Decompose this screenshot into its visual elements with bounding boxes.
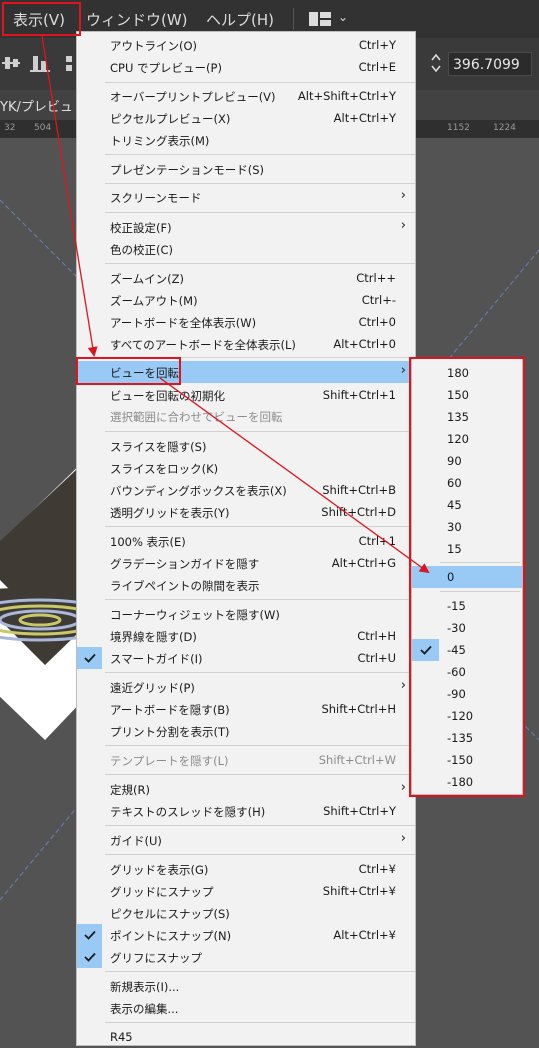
menu-item-cpu-preview[interactable]: CPU でプレビュー(P) Ctrl+E	[77, 56, 415, 78]
menu-item-edit-views[interactable]: 表示の編集...	[77, 997, 415, 1019]
menu-divider	[105, 774, 415, 775]
menu-item-smart-guides[interactable]: スマートガイド(I) Ctrl+U	[77, 647, 415, 669]
menu-divider	[105, 1022, 415, 1023]
ruler-tick: 1152	[447, 123, 470, 133]
menu-divider	[105, 672, 415, 673]
menu-item-fit-all[interactable]: すべてのアートボードを全体表示(L) Alt+Ctrl+0	[77, 333, 415, 355]
menu-item-hide-corner-widget[interactable]: コーナーウィジェットを隠す(W)	[77, 603, 415, 625]
annotation-box-rotate-submenu	[409, 357, 525, 797]
menubar-divider	[293, 8, 294, 30]
value-stepper[interactable]	[426, 52, 446, 76]
document-tab-title: YK/プレビュ	[0, 100, 73, 115]
menu-divider	[105, 971, 415, 972]
menu-item-transparency-grid[interactable]: 透明グリッドを表示(Y) Shift+Ctrl+D	[77, 501, 415, 523]
menu-divider	[105, 599, 415, 600]
rotation-value-field[interactable]: 396.7099	[448, 52, 532, 76]
menu-item-overprint-preview[interactable]: オーバープリントプレビュー(V) Alt+Shift+Ctrl+Y	[77, 85, 415, 107]
annotation-box-view-menu	[2, 2, 81, 36]
checkmark-icon	[77, 647, 102, 669]
checkmark-icon	[77, 924, 102, 946]
chevron-right-icon: ›	[400, 188, 406, 203]
view-menu: アウトライン(O) Ctrl+Y CPU でプレビュー(P) Ctrl+E オーバー…	[76, 31, 416, 1046]
menu-item-new-view[interactable]: 新規表示(I)...	[77, 975, 415, 997]
align-bottom-icon[interactable]	[30, 54, 50, 72]
menu-divider	[105, 82, 415, 83]
menu-divider	[105, 854, 415, 855]
menu-item-screen-mode[interactable]: スクリーンモード ›	[77, 186, 415, 208]
menu-item-proof-colors[interactable]: 色の校正(C)	[77, 238, 415, 260]
menu-item-hide-template: テンプレートを隠す(L) Shift+Ctrl+W	[110, 753, 396, 768]
menu-item-saved-view-r45[interactable]: R45	[77, 1026, 415, 1048]
menu-item-hide-artboards[interactable]: アートボードを隠す(B) Shift+Ctrl+H	[77, 698, 415, 720]
chevron-right-icon: ›	[400, 678, 406, 693]
chevron-right-icon: ›	[400, 780, 406, 795]
menu-item-proof-setup[interactable]: 校正設定(F) ›	[77, 216, 415, 238]
menu-item-actual-size[interactable]: 100% 表示(E) Ctrl+1	[77, 530, 415, 552]
chevron-right-icon: ›	[400, 831, 406, 846]
menu-item-guides[interactable]: ガイド(U) ›	[77, 829, 415, 851]
ruler-tick: 32	[4, 123, 16, 133]
menu-divider	[105, 212, 415, 213]
distribute-icon[interactable]	[66, 54, 76, 72]
menu-item-snap-to-point[interactable]: ポイントにスナップ(N) Alt+Ctrl+¥	[77, 924, 415, 946]
menu-item-fit-artboard[interactable]: アートボードを全体表示(W) Ctrl+0	[77, 311, 415, 333]
chevron-right-icon: ›	[400, 363, 406, 378]
menu-item-hide-edges[interactable]: 境界線を隠す(D) Ctrl+H	[77, 625, 415, 647]
menu-divider	[105, 431, 415, 432]
menu-item-rotate-to-selection: 選択範囲に合わせてビューを回転	[110, 410, 283, 424]
menu-divider	[105, 526, 415, 527]
menu-item-snap-to-glyph[interactable]: グリフにスナップ	[77, 946, 415, 968]
menu-item-hide-text-threads[interactable]: テキストのスレッドを隠す(H) Shift+Ctrl+Y	[77, 800, 415, 822]
menu-item-reset-rotate-view[interactable]: ビューを回転の初期化 Shift+Ctrl+1	[77, 384, 415, 406]
chevron-down-icon[interactable]: ⌄	[338, 10, 348, 24]
menu-item-show-grid[interactable]: グリッドを表示(G) Ctrl+¥	[77, 858, 415, 880]
menu-divider	[105, 825, 415, 826]
workspace-layout-icon[interactable]	[309, 12, 331, 26]
menu-item-rulers[interactable]: 定規(R) ›	[77, 778, 415, 800]
menu-item-hide-gradient-annotator[interactable]: グラデーションガイドを隠す Alt+Ctrl+G	[77, 552, 415, 574]
menu-item-bounding-box[interactable]: バウンディングボックスを表示(X) Shift+Ctrl+B	[77, 479, 415, 501]
menu-item-print-tiling[interactable]: プリント分割を表示(T)	[77, 720, 415, 742]
menu-item-zoom-out[interactable]: ズームアウト(M) Ctrl+-	[77, 289, 415, 311]
menu-divider	[105, 183, 415, 184]
ruler-tick: 504	[34, 123, 52, 133]
chevron-right-icon: ›	[400, 218, 406, 233]
ruler-tick: 1224	[493, 123, 516, 133]
menu-item-trim-view[interactable]: トリミング表示(M)	[77, 129, 415, 151]
menu-item-pixel-preview[interactable]: ピクセルプレビュー(X) Alt+Ctrl+Y	[77, 107, 415, 129]
menu-divider	[105, 745, 415, 746]
menu-item-lock-slices[interactable]: スライスをロック(K)	[77, 457, 415, 479]
annotation-box-rotate-view	[76, 357, 181, 385]
menu-help[interactable]: ヘルプ(H)	[206, 9, 274, 30]
menu-item-presentation-mode[interactable]: プレゼンテーションモード(S)	[77, 158, 415, 180]
menu-item-snap-to-pixel[interactable]: ピクセルにスナップ(S)	[77, 902, 415, 924]
menu-item-snap-to-grid[interactable]: グリッドにスナップ Shift+Ctrl+¥	[77, 880, 415, 902]
menu-window[interactable]: ウィンドウ(W)	[86, 9, 188, 30]
menu-divider	[105, 263, 415, 264]
checkmark-icon	[77, 946, 102, 968]
align-vertical-center-icon[interactable]	[2, 54, 22, 72]
menu-item-live-paint-gaps[interactable]: ライブペイントの隙間を表示	[77, 574, 415, 596]
menu-item-zoom-in[interactable]: ズームイン(Z) Ctrl++	[77, 267, 415, 289]
menu-item-perspective-grid[interactable]: 遠近グリッド(P) ›	[77, 676, 415, 698]
menu-divider	[105, 154, 415, 155]
menu-item-outline[interactable]: アウトライン(O) Ctrl+Y	[77, 34, 415, 56]
menu-item-hide-slices[interactable]: スライスを隠す(S)	[77, 435, 415, 457]
